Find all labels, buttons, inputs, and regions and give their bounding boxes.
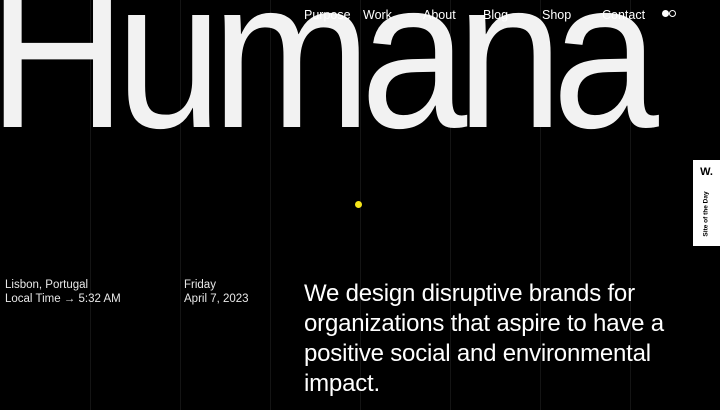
local-time: Local Time → 5:32 AM	[5, 293, 121, 305]
nav-item-blog[interactable]: Blog	[483, 7, 508, 23]
date-full: April 7, 2023	[184, 293, 249, 305]
date-weekday: Friday	[184, 279, 216, 291]
location-block: Lisbon, Portugal Local Time → 5:32 AM	[5, 278, 121, 306]
hero-tagline: We design disruptive brands for organiza…	[304, 280, 664, 397]
date-block: Friday April 7, 2023	[184, 278, 249, 306]
nav-item-contact[interactable]: Contact	[602, 7, 645, 23]
toggle-dot-outline	[669, 10, 676, 17]
theme-toggle-icon[interactable]	[662, 10, 678, 18]
main-nav: Purpose Work About Blog Shop Contact	[0, 7, 720, 23]
nav-item-purpose[interactable]: Purpose	[304, 7, 351, 23]
toggle-dot-filled	[662, 10, 669, 17]
awwwards-logo: W.	[700, 166, 713, 178]
location-city: Lisbon, Portugal	[5, 279, 89, 291]
site-of-the-day-badge[interactable]: W. Site of the Day	[693, 160, 720, 246]
hero-wordmark: Humana	[0, 0, 659, 172]
nav-item-about[interactable]: About	[423, 7, 456, 23]
nav-item-shop[interactable]: Shop	[542, 7, 571, 23]
badge-label: Site of the Day	[702, 191, 710, 237]
nav-item-work[interactable]: Work	[363, 7, 392, 23]
accent-dot	[355, 201, 362, 208]
